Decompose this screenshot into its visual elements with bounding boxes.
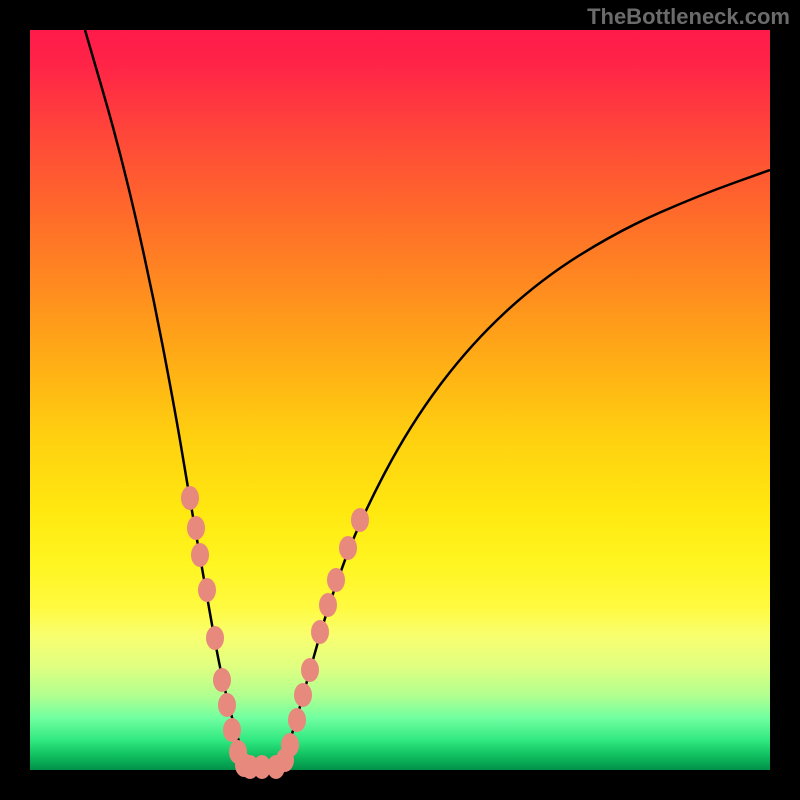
curve-svg: [30, 30, 770, 770]
data-point-right: [288, 708, 306, 732]
data-point-left: [198, 578, 216, 602]
data-point-right: [281, 733, 299, 757]
plot-gradient-background: [30, 30, 770, 770]
data-point-left: [181, 486, 199, 510]
data-point-left: [223, 718, 241, 742]
data-point-right: [327, 568, 345, 592]
data-point-right: [301, 658, 319, 682]
data-point-left: [218, 693, 236, 717]
data-point-right: [339, 536, 357, 560]
data-point-right: [319, 593, 337, 617]
left-curve: [85, 30, 247, 765]
watermark-text: TheBottleneck.com: [587, 4, 790, 30]
data-point-left: [187, 516, 205, 540]
data-point-left: [191, 543, 209, 567]
data-point-left: [213, 668, 231, 692]
right-curve: [282, 170, 770, 765]
data-point-left: [206, 626, 224, 650]
data-point-right: [311, 620, 329, 644]
data-point-right: [351, 508, 369, 532]
data-point-right: [294, 683, 312, 707]
